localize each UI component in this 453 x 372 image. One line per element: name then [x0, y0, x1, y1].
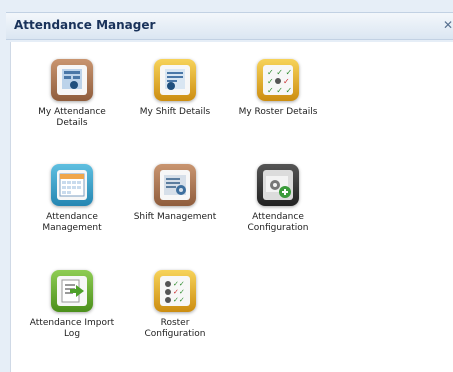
configuration-icon — [257, 164, 299, 206]
tile-my-attendance-details[interactable]: My Attendance Details — [26, 59, 118, 129]
svg-text:✓ ✓ ✓: ✓ ✓ ✓ — [267, 68, 292, 77]
shift-settings-icon — [154, 164, 196, 206]
roster-checklist-icon: ✓ ✓ ✓ ✓ ✓ ✓ ✓ ✓ — [257, 59, 299, 101]
close-icon[interactable]: ✕ — [443, 18, 453, 32]
calendar-icon — [51, 164, 93, 206]
svg-text:✓: ✓ — [179, 288, 185, 296]
tile-attendance-import-log[interactable]: Attendance Import Log — [26, 270, 118, 340]
window-titlebar: Attendance Manager ✕ — [6, 12, 453, 40]
attendance-manager-window: Attendance Manager ✕ My Attendance Detai… — [0, 0, 453, 372]
shift-report-icon — [154, 59, 196, 101]
tile-roster-configuration[interactable]: ✓✓ ✓ ✓ ✓✓ Roster Configuration — [129, 270, 221, 340]
svg-text:✓ ✓ ✓: ✓ ✓ ✓ — [267, 86, 292, 95]
tile-attendance-management[interactable]: Attendance Management — [26, 164, 118, 234]
attendance-report-icon — [51, 59, 93, 101]
import-log-icon — [51, 270, 93, 312]
tile-label: Roster Configuration — [144, 318, 206, 339]
svg-text:✓✓: ✓✓ — [173, 280, 185, 288]
svg-text:✓✓: ✓✓ — [173, 296, 185, 304]
svg-text:✓: ✓ — [267, 77, 274, 86]
svg-text:✓: ✓ — [283, 77, 290, 86]
launcher-panel: My Attendance Details My Shift Details ✓… — [10, 42, 453, 372]
tile-attendance-configuration[interactable]: Attendance Configuration — [232, 164, 324, 234]
tile-label: My Shift Details — [139, 107, 211, 117]
tile-my-shift-details[interactable]: My Shift Details — [129, 59, 221, 118]
tile-label: Attendance Management — [42, 212, 102, 233]
tile-my-roster-details[interactable]: ✓ ✓ ✓ ✓ ✓ ✓ ✓ ✓ My Roster Details — [232, 59, 324, 118]
window-title: Attendance Manager — [14, 18, 156, 32]
tile-shift-management[interactable]: Shift Management — [129, 164, 221, 223]
tile-label: Attendance Import Log — [29, 318, 115, 339]
svg-text:✓: ✓ — [173, 288, 179, 296]
tile-label: Attendance Configuration — [247, 212, 309, 233]
roster-config-icon: ✓✓ ✓ ✓ ✓✓ — [154, 270, 196, 312]
tile-label: Shift Management — [133, 212, 217, 222]
tile-label: My Roster Details — [238, 107, 318, 117]
tile-label: My Attendance Details — [38, 107, 106, 128]
